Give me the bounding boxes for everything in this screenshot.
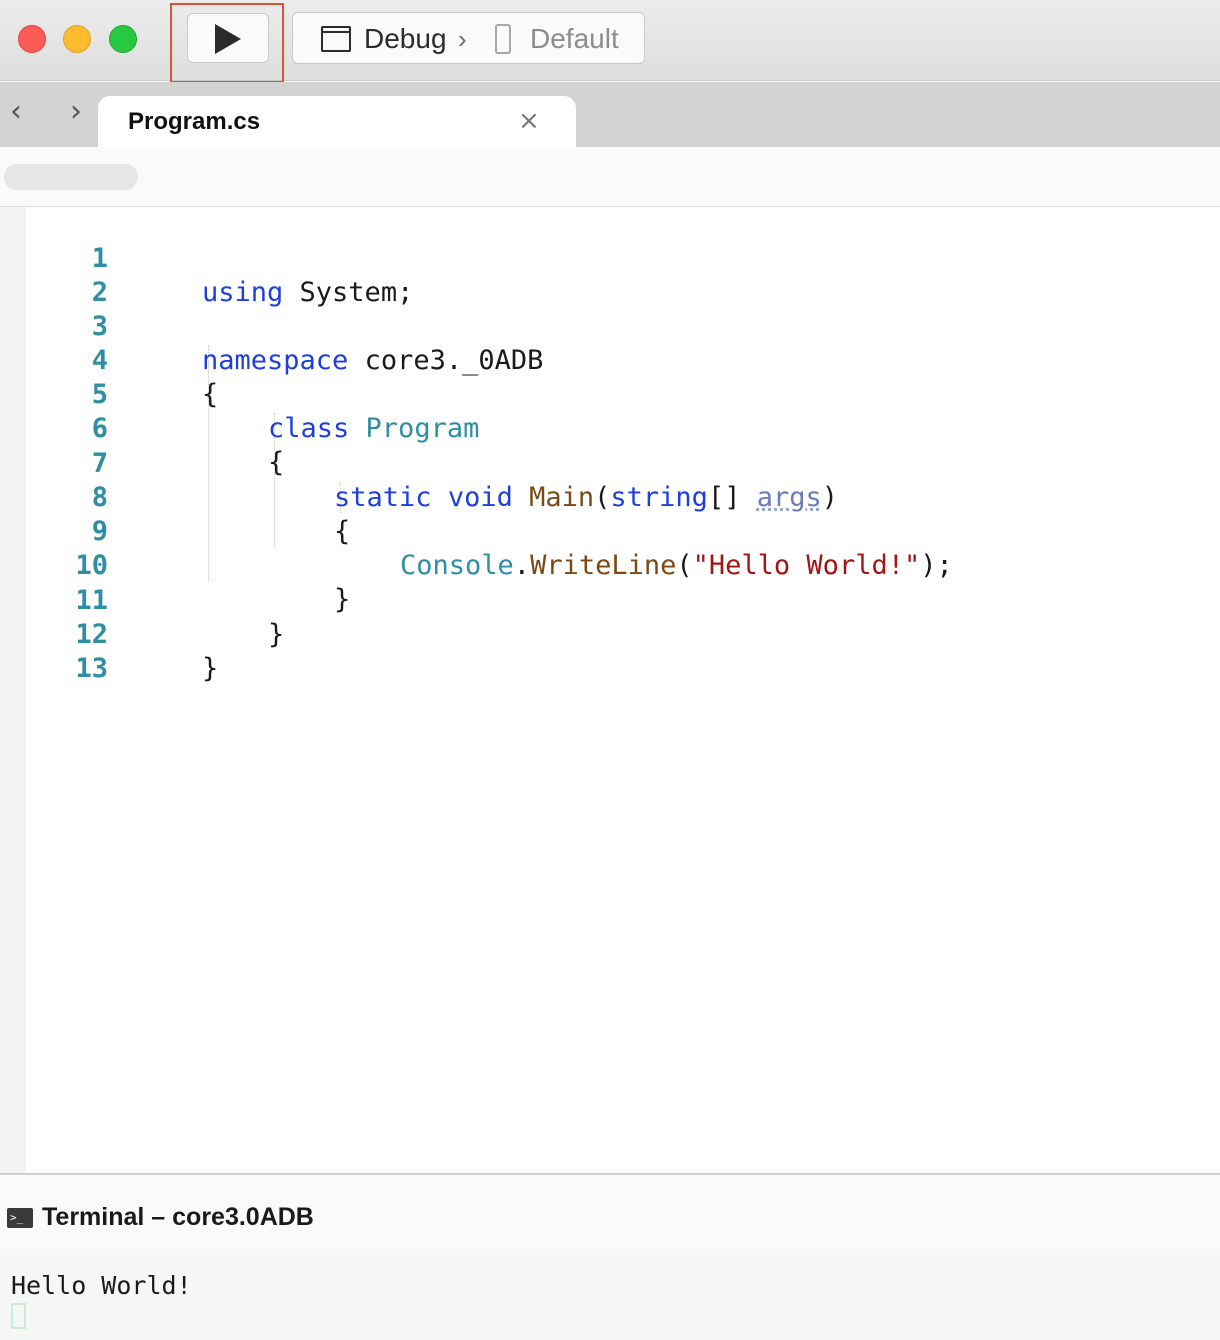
configuration-label[interactable]: Debug: [364, 23, 447, 55]
back-arrow-icon[interactable]: ‹: [10, 94, 22, 129]
code-editor[interactable]: 1 using System; 2 3 namespace core3._0AD…: [0, 207, 1220, 1173]
code-line: 7 static void Main(string[] args): [0, 413, 1220, 513]
code-line: 11 }: [0, 550, 1220, 650]
close-tab-icon[interactable]: ×: [518, 106, 540, 136]
zoom-window-button[interactable]: [109, 25, 137, 53]
window-icon: [321, 26, 351, 52]
code-line: 6 {: [0, 378, 1220, 478]
code-line: 12 }: [0, 584, 1220, 684]
code-line: 2: [0, 242, 1220, 308]
code-line: 1 using System;: [0, 208, 1220, 308]
close-window-button[interactable]: [18, 25, 46, 53]
run-configuration-selector[interactable]: Debug › Default: [292, 12, 645, 64]
device-icon: [495, 24, 511, 54]
minimize-window-button[interactable]: [63, 25, 91, 53]
terminal-icon: >_: [7, 1208, 33, 1228]
code-token: }: [202, 653, 219, 684]
play-icon: [215, 24, 241, 54]
terminal-title: Terminal – core3.0ADB: [42, 1203, 314, 1231]
code-line: 10 }: [0, 515, 1220, 615]
target-label[interactable]: Default: [530, 23, 619, 55]
run-button[interactable]: [187, 13, 269, 63]
chevron-right-icon: ›: [458, 24, 467, 54]
code-line: 9 Console.WriteLine("Hello World!");: [0, 481, 1220, 581]
line-number: 13: [75, 653, 108, 684]
terminal-output: Hello World!: [11, 1271, 192, 1300]
path-bar: [0, 147, 1220, 207]
tab-title: Program.cs: [128, 108, 261, 135]
terminal-panel[interactable]: >_ Terminal – core3.0ADB Hello World!: [0, 1173, 1220, 1340]
terminal-header: >_ Terminal – core3.0ADB: [0, 1175, 1220, 1249]
code-line: 8 {: [0, 447, 1220, 547]
code-line: 3 namespace core3._0ADB: [0, 276, 1220, 376]
code-line: 4 {: [0, 310, 1220, 410]
tab-program-cs[interactable]: Program.cs ×: [98, 96, 576, 148]
forward-arrow-icon[interactable]: ›: [70, 94, 82, 129]
title-bar: Debug › Default: [0, 0, 1220, 83]
terminal-cursor: [11, 1303, 26, 1329]
code-line: 5 class Program: [0, 344, 1220, 444]
code-line: 13: [0, 618, 1220, 684]
tab-bar: ‹ › Program.cs ×: [0, 82, 1220, 148]
path-breadcrumb[interactable]: [4, 164, 138, 190]
